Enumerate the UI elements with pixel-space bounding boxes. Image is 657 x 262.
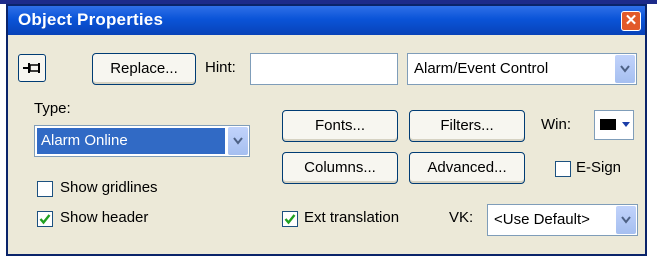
title-bar[interactable]: Object Properties ✕ — [8, 6, 645, 35]
hint-input[interactable] — [250, 53, 398, 85]
replace-button[interactable]: Replace... — [92, 53, 196, 85]
vk-value: <Use Default> — [494, 211, 590, 228]
esign-label[interactable]: E-Sign — [576, 159, 621, 176]
window-title: Object Properties — [18, 10, 164, 29]
chevron-down-icon — [621, 216, 631, 224]
chevron-down-icon — [620, 65, 630, 73]
pin-icon — [23, 63, 40, 73]
fonts-button[interactable]: Fonts... — [282, 110, 398, 142]
pin-button[interactable] — [18, 54, 46, 82]
dropdown-arrow[interactable] — [616, 206, 636, 234]
hint-label: Hint: — [205, 59, 236, 76]
show-gridlines-label[interactable]: Show gridlines — [60, 179, 158, 196]
ext-translation-label[interactable]: Ext translation — [304, 209, 399, 226]
chevron-down-icon — [233, 137, 243, 145]
show-gridlines-checkbox[interactable] — [37, 181, 53, 197]
show-header-checkbox[interactable] — [37, 211, 53, 227]
type-label: Type: — [34, 100, 71, 117]
object-properties-window: Object Properties ✕ Replace... Hint: Ala… — [6, 4, 647, 256]
columns-button[interactable]: Columns... — [282, 152, 398, 184]
vk-select[interactable]: <Use Default> — [487, 204, 638, 236]
vk-label: VK: — [449, 209, 474, 226]
close-button[interactable]: ✕ — [621, 11, 641, 31]
advanced-button[interactable]: Advanced... — [409, 152, 525, 184]
control-type-select[interactable]: Alarm/Event Control — [407, 53, 637, 85]
filters-button[interactable]: Filters... — [409, 110, 525, 142]
win-color-picker[interactable] — [594, 110, 634, 140]
color-swatch — [600, 119, 616, 130]
show-header-label[interactable]: Show header — [60, 209, 148, 226]
type-value: Alarm Online — [41, 132, 128, 149]
control-type-value: Alarm/Event Control — [414, 60, 549, 77]
close-icon: ✕ — [624, 12, 638, 29]
dropdown-arrow[interactable] — [228, 127, 248, 155]
type-select[interactable]: Alarm Online — [34, 125, 250, 157]
dropdown-arrow[interactable] — [615, 55, 635, 83]
caret-down-icon — [622, 122, 630, 127]
esign-checkbox[interactable] — [555, 161, 571, 177]
ext-translation-checkbox[interactable] — [282, 211, 298, 227]
checkmark-icon — [39, 214, 51, 225]
win-label: Win: — [541, 116, 571, 133]
checkmark-icon — [284, 214, 296, 225]
